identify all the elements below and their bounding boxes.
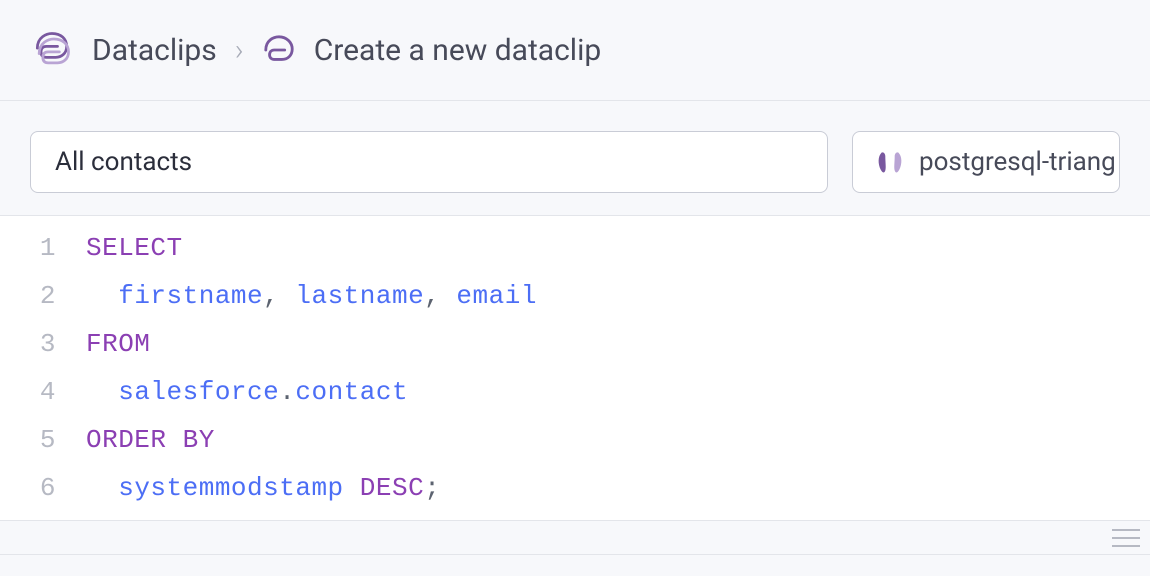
dataclip-name-input[interactable]: [30, 131, 828, 193]
code-content[interactable]: FROM: [86, 320, 150, 368]
breadcrumb-parent[interactable]: Dataclips: [92, 33, 217, 68]
dataclips-logo-icon: [30, 28, 74, 72]
code-content[interactable]: SELECT: [86, 224, 183, 272]
editor-bottom-bar: [0, 521, 1150, 555]
line-number: 2: [0, 272, 86, 320]
code-content[interactable]: salesforce.contact: [86, 368, 408, 416]
code-content[interactable]: systemmodstamp DESC;: [86, 464, 440, 512]
code-content[interactable]: ORDER BY: [86, 416, 215, 464]
resize-handle-icon[interactable]: [1112, 529, 1140, 547]
line-number: 5: [0, 416, 86, 464]
controls-bar: postgresql-triang: [0, 101, 1150, 215]
breadcrumb-current: Create a new dataclip: [314, 33, 602, 68]
code-content[interactable]: firstname, lastname, email: [86, 272, 537, 320]
line-number: 4: [0, 368, 86, 416]
line-number: 6: [0, 464, 86, 512]
line-number: 3: [0, 320, 86, 368]
editor-line[interactable]: 1SELECT: [0, 224, 1150, 272]
datastore-label: postgresql-triang: [919, 147, 1116, 177]
breadcrumb: Dataclips › Create a new dataclip: [0, 0, 1150, 101]
editor-line[interactable]: 6 systemmodstamp DESC;: [0, 464, 1150, 512]
paperclip-icon: [262, 33, 296, 67]
editor-line[interactable]: 3FROM: [0, 320, 1150, 368]
editor-line[interactable]: 4 salesforce.contact: [0, 368, 1150, 416]
editor-line[interactable]: 5ORDER BY: [0, 416, 1150, 464]
datastore-select[interactable]: postgresql-triang: [852, 131, 1120, 193]
chevron-right-icon: ›: [235, 33, 244, 68]
editor-line[interactable]: 2 firstname, lastname, email: [0, 272, 1150, 320]
line-number: 1: [0, 224, 86, 272]
postgres-icon: [875, 147, 905, 177]
sql-editor[interactable]: 1SELECT2 firstname, lastname, email3FROM…: [0, 215, 1150, 521]
